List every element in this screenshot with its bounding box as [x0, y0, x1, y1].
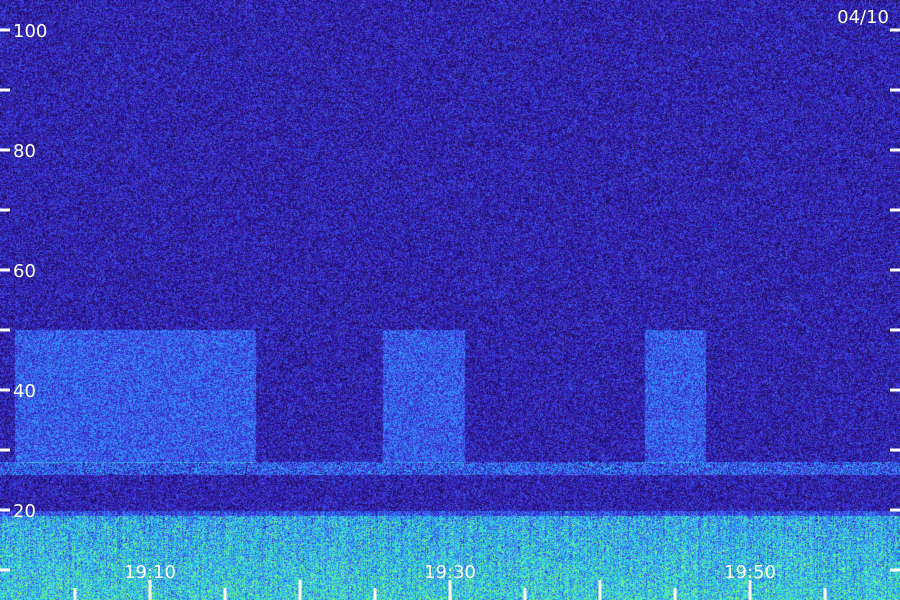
- y-tick-label: 20: [13, 501, 36, 522]
- x-axis: 19:10 19:30 19:50: [73, 562, 827, 600]
- x-tick-label: 19:50: [724, 562, 776, 583]
- x-tick-label: 19:10: [124, 562, 176, 583]
- y-axis-right: [890, 28, 900, 572]
- y-axis-left: 20 40 60 80 100: [0, 21, 47, 572]
- spectrogram-chart: 20 40 60 80 100 19:10 19:30 19:50 04/10: [0, 0, 900, 600]
- x-tick-label: 19:30: [424, 562, 476, 583]
- date-label: 04/10: [837, 7, 889, 28]
- chart-axes: 20 40 60 80 100 19:10 19:30 19:50 04/10: [0, 7, 900, 600]
- y-tick-label: 80: [13, 141, 36, 162]
- y-tick-label: 40: [13, 381, 36, 402]
- y-tick-label: 60: [13, 261, 36, 282]
- y-tick-label: 100: [13, 21, 47, 42]
